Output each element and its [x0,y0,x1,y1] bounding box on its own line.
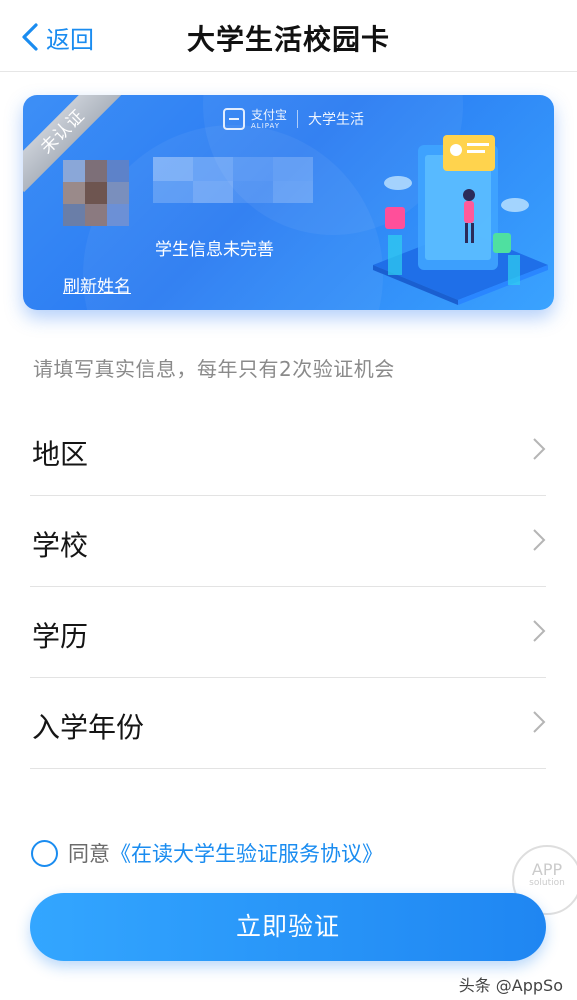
chevron-right-icon [533,711,546,733]
page-title: 大学生活校园卡 [186,23,390,56]
form-row-region[interactable]: 地区 [30,405,546,496]
agreement-prefix: 同意 [68,842,110,866]
refresh-name-link[interactable]: 刷新姓名 [63,272,131,297]
form-row-label: 学历 [32,620,89,653]
form-row-label: 入学年份 [32,711,145,744]
agreement-radio[interactable] [31,839,58,867]
brand-name: 支付宝 [251,107,288,122]
brand-divider [297,110,299,128]
form-row-enrollment-year[interactable]: 入学年份 [30,678,546,769]
campus-card: 未认证 支付宝 ALIPAY 大学生活 学生信息未完善 刷新姓名 [23,95,554,310]
agreement: 同意 《在读大学生验证服务协议》 [31,838,383,868]
form-row-school[interactable]: 学校 [30,496,546,587]
alipay-logo-icon [223,108,245,130]
form-row-label: 地区 [32,438,89,471]
chevron-right-icon [533,529,546,551]
source-watermark: 头条 @AppSo [458,976,563,995]
verification-hint: 请填写真实信息，每年只有2次验证机会 [33,357,395,381]
student-status-text: 学生信息未完善 [155,240,274,260]
student-illustration [373,135,548,305]
form-row-label: 学校 [32,529,89,562]
brand-sub: ALIPAY [251,121,281,130]
agreement-link[interactable]: 《在读大学生验证服务协议》 [110,838,383,868]
verify-button[interactable]: 立即验证 [30,893,546,961]
chevron-right-icon [533,620,546,642]
chevron-right-icon [533,438,546,460]
form-row-degree[interactable]: 学历 [30,587,546,678]
navigation-bar: 返回 大学生活校园卡 [0,0,577,72]
